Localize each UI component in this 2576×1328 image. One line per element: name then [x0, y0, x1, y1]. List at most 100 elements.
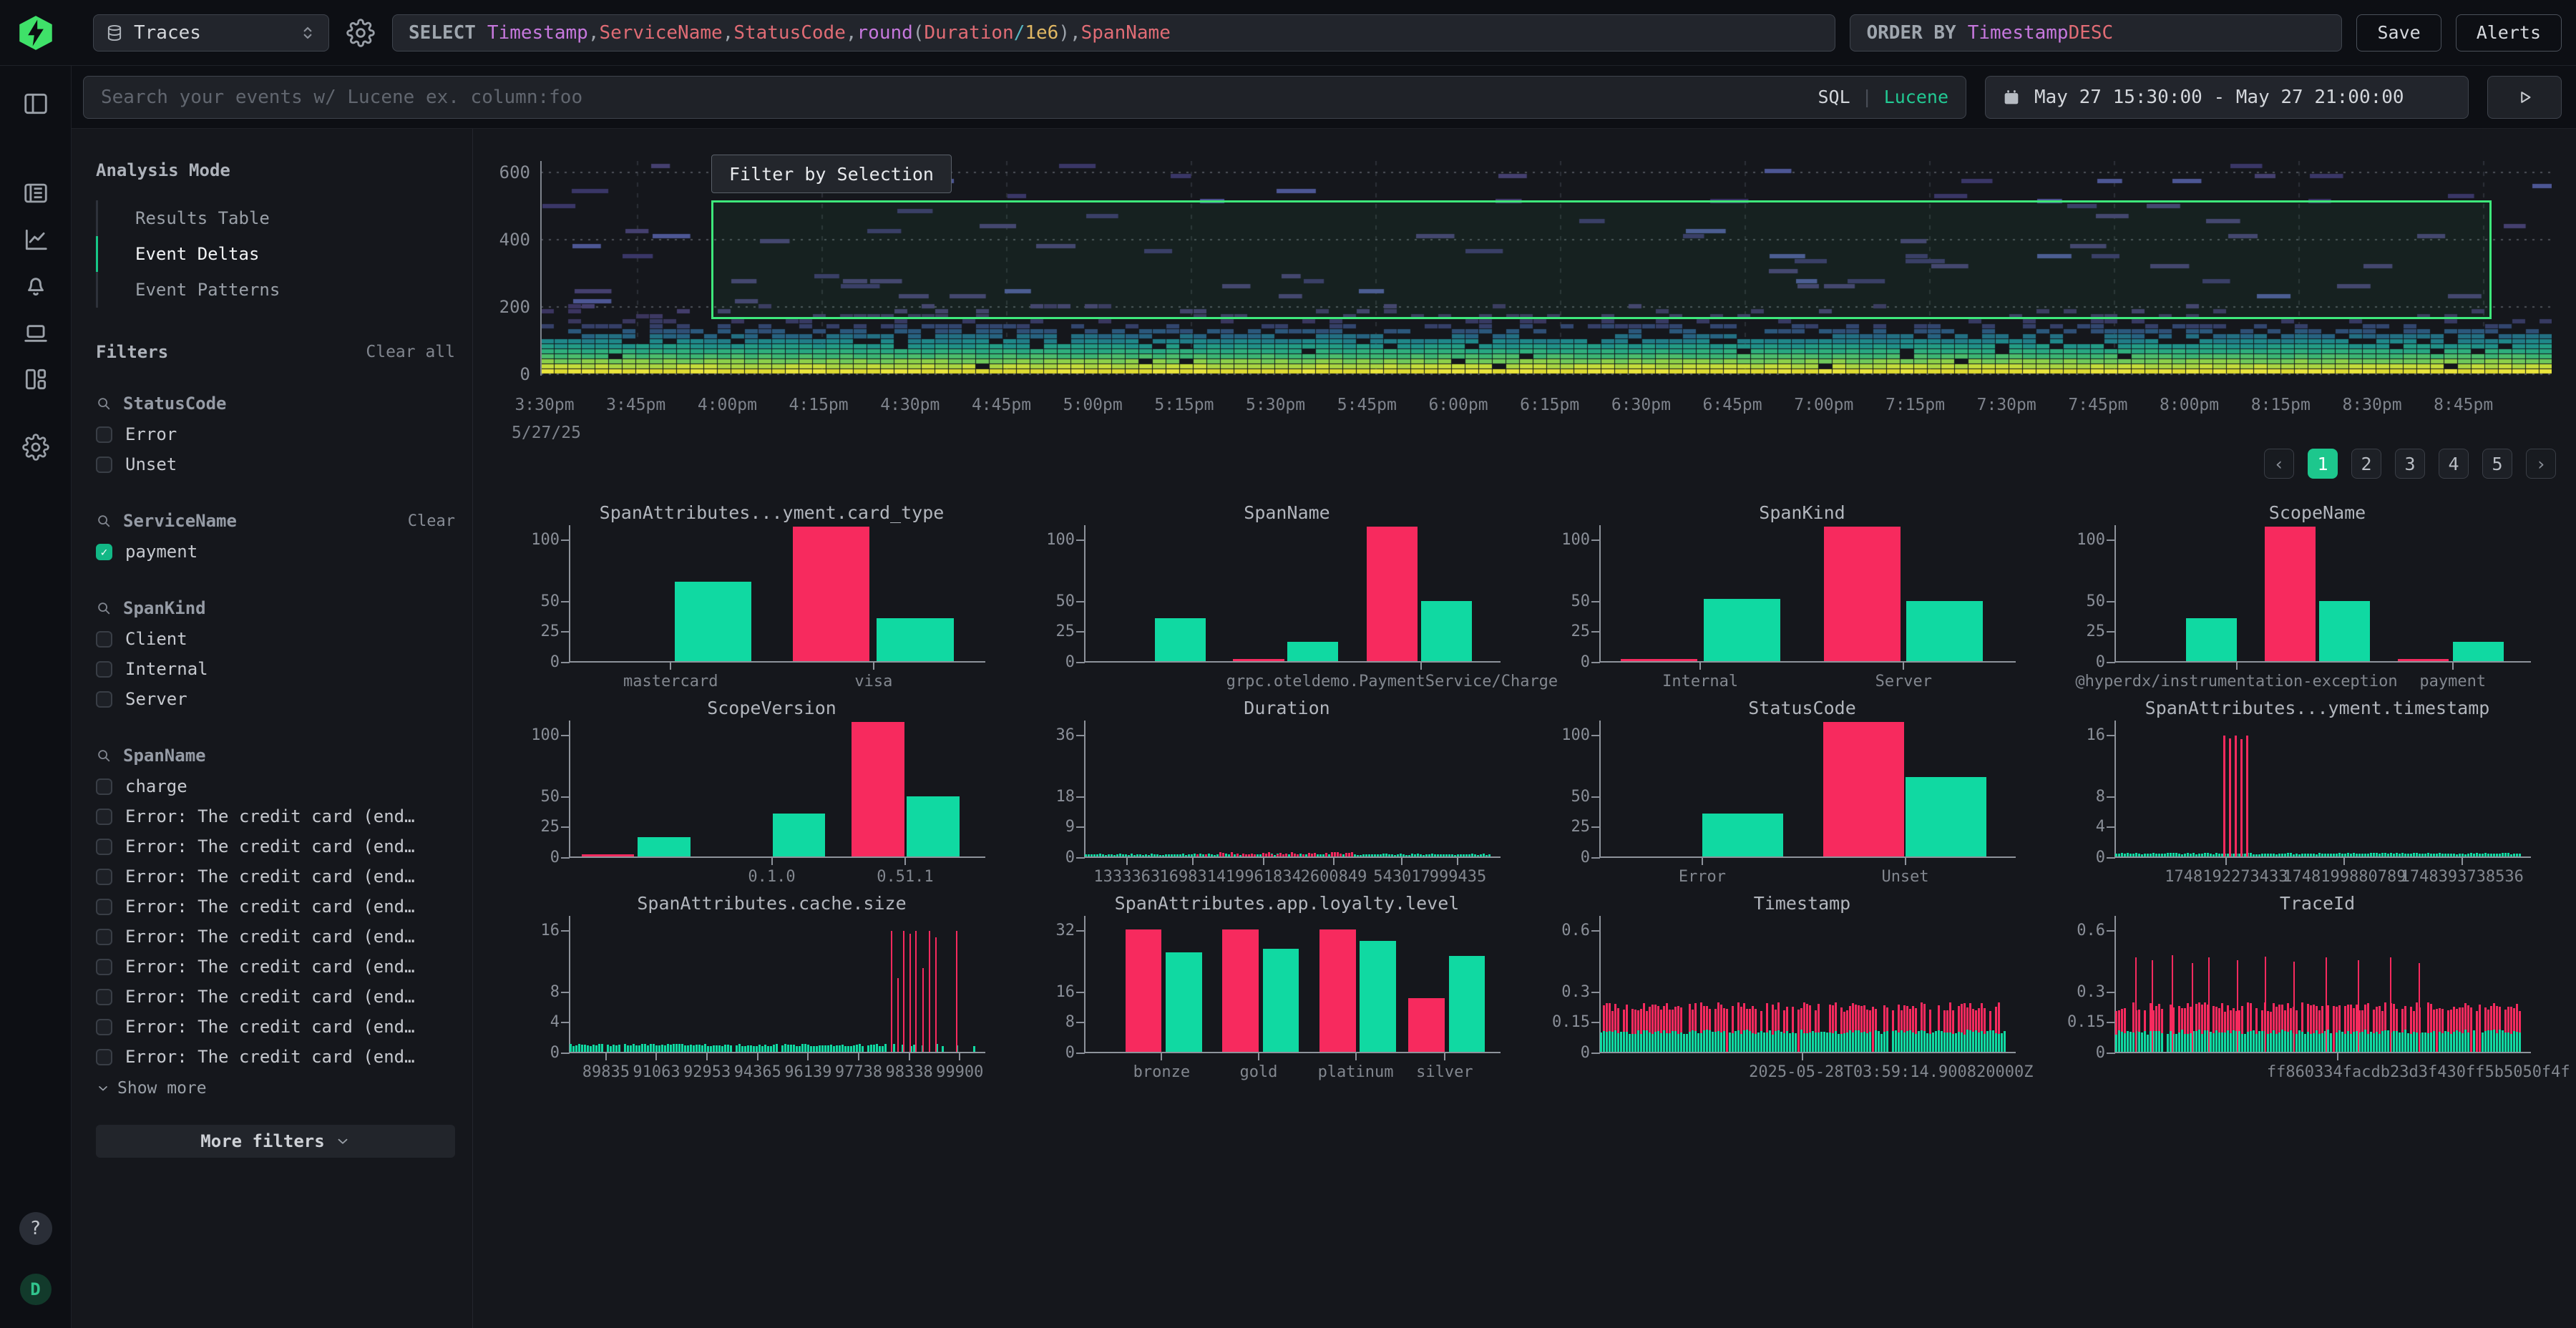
- select-query-input[interactable]: SELECTTimestamp,ServiceName,StatusCode,r…: [392, 14, 1835, 52]
- filter-option[interactable]: Unset: [96, 449, 455, 479]
- chart-noise-bar-green: [1634, 1034, 1636, 1052]
- clear-all-filters-link[interactable]: Clear all: [366, 343, 455, 361]
- chart-noise-bar-green: [2447, 1032, 2449, 1052]
- checkbox[interactable]: [96, 456, 112, 473]
- checkbox[interactable]: [96, 899, 112, 915]
- query-settings-gear-icon[interactable]: [346, 19, 375, 47]
- client-sessions-icon[interactable]: [22, 320, 49, 347]
- search-icon[interactable]: [96, 513, 112, 529]
- chart-plot[interactable]: 02550100InternalServer: [1600, 525, 2004, 663]
- checkbox[interactable]: [96, 778, 112, 795]
- checkbox[interactable]: [96, 691, 112, 708]
- filter-option[interactable]: Error: [96, 419, 455, 449]
- chart-plot[interactable]: 0481617481922734331748199880789174839373…: [2115, 721, 2519, 858]
- search-icon[interactable]: [96, 396, 112, 411]
- source-select[interactable]: Traces: [93, 14, 329, 52]
- settings-gear-icon[interactable]: [22, 434, 49, 461]
- checkbox[interactable]: [96, 631, 112, 648]
- filter-option[interactable]: Server: [96, 684, 455, 714]
- checkbox[interactable]: [96, 426, 112, 443]
- chart-plot[interactable]: 0481689835910639295394365961399773898338…: [570, 916, 974, 1053]
- analysis-mode-item[interactable]: Event Patterns: [98, 272, 455, 308]
- filter-option[interactable]: Internal: [96, 654, 455, 684]
- filter-option[interactable]: Client: [96, 624, 455, 654]
- checkbox[interactable]: [96, 959, 112, 975]
- chart-plot[interactable]: 02550100mastercardvisa: [570, 525, 974, 663]
- save-button[interactable]: Save: [2356, 14, 2441, 52]
- language-lucene-toggle[interactable]: Lucene: [1884, 87, 1948, 107]
- pagination-page-1[interactable]: 1: [2308, 449, 2338, 479]
- search-icon[interactable]: [96, 748, 112, 763]
- pagination-page-5[interactable]: 5: [2482, 449, 2512, 479]
- filter-option[interactable]: Error: The credit card (end…: [96, 1042, 455, 1072]
- chart-noise-bar-green: [1918, 1031, 1920, 1052]
- help-button[interactable]: ?: [19, 1212, 52, 1245]
- checkbox[interactable]: [96, 929, 112, 945]
- filter-option[interactable]: Error: The credit card (end…: [96, 831, 455, 861]
- filter-option[interactable]: Error: The credit card (end…: [96, 952, 455, 982]
- date-range-picker[interactable]: May 27 15:30:00 - May 27 21:00:00: [1985, 76, 2469, 119]
- chart-noise-bar-green: [627, 1045, 629, 1052]
- user-avatar[interactable]: D: [20, 1274, 52, 1305]
- search-input[interactable]: Search your events w/ Lucene ex. column:…: [83, 76, 1966, 119]
- chart-plot[interactable]: 025501000.1.00.51.1: [570, 721, 974, 858]
- events-heatmap[interactable]: Filter by Selection 5/27/25 ‹12345› 0200…: [473, 129, 2576, 487]
- chart-plot[interactable]: 0918361333363169831419961834260084954301…: [1085, 721, 1489, 858]
- alerts-bell-icon[interactable]: [22, 273, 49, 300]
- pagination-next-button[interactable]: ›: [2526, 449, 2556, 479]
- analysis-mode-item[interactable]: Results Table: [98, 200, 455, 236]
- run-query-button[interactable]: [2487, 76, 2562, 119]
- chart-plot[interactable]: 081632bronzegoldplatinumsilver: [1085, 916, 1489, 1053]
- chart-y-tick-label: 0: [2049, 1044, 2105, 1062]
- filter-option[interactable]: Error: The credit card (end…: [96, 1012, 455, 1042]
- show-more-link[interactable]: Show more: [96, 1079, 455, 1098]
- chart-noise-bar-green: [790, 1045, 792, 1052]
- filter-option[interactable]: Error: The credit card (end…: [96, 892, 455, 922]
- chart-plot[interactable]: 02550100@hyperdx/instrumentation-excepti…: [2115, 525, 2519, 663]
- dashboards-icon[interactable]: [22, 366, 49, 393]
- filter-clear-link[interactable]: Clear: [408, 512, 455, 530]
- checkbox[interactable]: [96, 1049, 112, 1065]
- panel-toggle-icon[interactable]: [22, 90, 49, 117]
- chart-noise-bar-green: [1818, 1032, 1820, 1052]
- filter-by-selection-tooltip[interactable]: Filter by Selection: [711, 155, 952, 193]
- filter-option[interactable]: Error: The credit card (end…: [96, 982, 455, 1012]
- event-viewer-icon[interactable]: [22, 180, 49, 207]
- chart-plot[interactable]: 02550100ErrorUnset: [1600, 721, 2004, 858]
- app-logo[interactable]: [0, 14, 72, 52]
- checkbox[interactable]: [96, 839, 112, 855]
- chart-noise-bar-green: [2144, 1031, 2146, 1052]
- chart-noise-bar-green: [1148, 855, 1150, 856]
- chart-noise-bar-green: [2215, 853, 2218, 856]
- analysis-mode-item[interactable]: Event Deltas: [96, 236, 455, 272]
- checkbox[interactable]: [96, 809, 112, 825]
- checkbox[interactable]: [96, 989, 112, 1005]
- chart-plot[interactable]: 00.150.30.6ff860334facdb23d3f430ff5b5050…: [2115, 916, 2519, 1053]
- heatmap-selection-rect[interactable]: [711, 200, 2492, 319]
- more-filters-button[interactable]: More filters: [96, 1125, 455, 1158]
- chart-bar-green: [1287, 642, 1338, 661]
- filter-option[interactable]: ✓payment: [96, 537, 455, 567]
- pagination-page-4[interactable]: 4: [2439, 449, 2469, 479]
- pagination-page-2[interactable]: 2: [2351, 449, 2381, 479]
- filter-option[interactable]: Error: The credit card (end…: [96, 801, 455, 831]
- chart-plot[interactable]: 02550100grpc.oteldemo.PaymentService/Cha…: [1085, 525, 1489, 663]
- chart-explorer-icon[interactable]: [22, 226, 49, 253]
- chart-noise-bar-green: [1420, 854, 1422, 857]
- filter-option[interactable]: charge: [96, 771, 455, 801]
- pagination-page-3[interactable]: 3: [2395, 449, 2425, 479]
- checkbox[interactable]: [96, 1019, 112, 1035]
- pagination-prev-button[interactable]: ‹: [2264, 449, 2294, 479]
- alerts-button[interactable]: Alerts: [2456, 14, 2562, 52]
- chart-noise-bar-green: [724, 1045, 726, 1052]
- checkbox[interactable]: ✓: [96, 544, 112, 560]
- checkbox[interactable]: [96, 869, 112, 885]
- language-sql-toggle[interactable]: SQL: [1818, 87, 1850, 107]
- chart-plot[interactable]: 00.150.30.62025-05-28T03:59:14.900820000…: [1600, 916, 2004, 1053]
- filter-option[interactable]: Error: The credit card (end…: [96, 922, 455, 952]
- orderby-input[interactable]: ORDER BYTimestamp DESC: [1850, 14, 2342, 52]
- search-icon[interactable]: [96, 600, 112, 616]
- chart-noise-bar-green: [1895, 1030, 1897, 1052]
- filter-option[interactable]: Error: The credit card (end…: [96, 861, 455, 892]
- checkbox[interactable]: [96, 661, 112, 678]
